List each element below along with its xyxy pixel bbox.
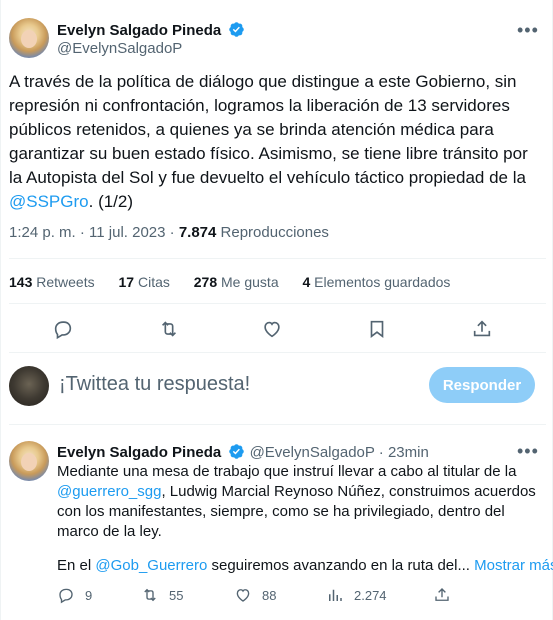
retweet-count: 55 [169, 587, 184, 603]
reply-icon[interactable] [52, 318, 74, 340]
retweets-stat[interactable]: 143 Retweets [9, 274, 95, 290]
like-icon [236, 589, 250, 602]
user-avatar [9, 366, 49, 406]
more-options-icon[interactable]: ••• [517, 441, 539, 462]
tweet-meta: 1:24 p. m. · 11 jul. 2023 · 7.874 Reprod… [9, 224, 329, 241]
reply-count: 9 [85, 587, 93, 603]
reply-action[interactable]: 9 [57, 586, 92, 604]
more-options-icon[interactable]: ••• [517, 20, 539, 41]
divider [9, 258, 546, 259]
mention-link[interactable]: @SSPGro [9, 192, 89, 211]
tweet-text-body: A través de la política de diálogo que d… [9, 72, 528, 187]
tweet-text-body: En el [57, 557, 96, 574]
author-avatar[interactable] [9, 18, 49, 58]
like-icon[interactable] [261, 318, 283, 340]
divider [9, 352, 546, 353]
share-icon[interactable] [471, 318, 493, 340]
views-action[interactable]: 2.274 [326, 586, 387, 604]
author-handle[interactable]: @EvelynSalgadoP [57, 40, 182, 57]
tweet-text-suffix: . (1/2) [88, 192, 134, 211]
tweet-text: Mediante una mesa de trabajo que instruí… [57, 462, 537, 542]
share-icon [435, 588, 449, 601]
divider [9, 424, 546, 425]
engagement-stats: 143 Retweets 17 Citas 278 Me gusta 4 Ele… [9, 274, 470, 290]
tweet-timestamp[interactable]: 1:24 p. m. · 11 jul. 2023 · [9, 224, 179, 241]
like-action[interactable]: 88 [234, 586, 276, 604]
like-count: 88 [262, 587, 277, 603]
analytics-icon [329, 589, 342, 601]
tweet-detail-panel: Evelyn Salgado Pineda @EvelynSalgadoP ••… [0, 0, 553, 620]
views-label: Reproducciones [216, 224, 329, 241]
tweet-text-continued: En el @Gob_Guerrero seguiremos avanzando… [57, 556, 553, 576]
tweet-text: A través de la política de diálogo que d… [9, 70, 545, 214]
mention-link[interactable]: @Gob_Guerrero [95, 557, 207, 574]
quotes-stat[interactable]: 17 Citas [119, 274, 170, 290]
author-name-row[interactable]: Evelyn Salgado Pineda [57, 21, 245, 39]
bookmarks-stat[interactable]: 4 Elementos guardados [303, 274, 451, 290]
tweet-text-body: Mediante una mesa de trabajo que instruí… [57, 463, 517, 480]
reply-button[interactable]: Responder [429, 367, 535, 403]
retweet-action[interactable]: 55 [141, 586, 183, 604]
mention-link[interactable]: @guerrero_sgg [57, 483, 161, 500]
tweet-actions: 9 55 88 2.274 [1, 586, 553, 606]
views-count: 7.874 [178, 224, 217, 241]
reply-input[interactable]: ¡Twittea tu respuesta! [59, 373, 250, 396]
author-name[interactable]: Evelyn Salgado Pineda [57, 444, 221, 461]
retweet-icon [144, 588, 156, 602]
author-avatar[interactable] [9, 441, 49, 481]
likes-stat[interactable]: 278 Me gusta [194, 274, 279, 290]
views-count: 2.274 [354, 587, 387, 603]
bookmark-icon[interactable] [366, 318, 388, 340]
author-handle[interactable]: @EvelynSalgadoP [250, 444, 375, 461]
share-action[interactable] [433, 586, 461, 604]
separator: · [374, 444, 388, 461]
show-more-link[interactable]: Mostrar más [474, 557, 553, 574]
divider [9, 303, 546, 304]
author-name[interactable]: Evelyn Salgado Pineda [57, 22, 221, 39]
tweet-text-body: seguiremos avanzando en la ruta del... [207, 557, 475, 574]
verified-badge-icon [229, 444, 245, 459]
reply-icon [59, 588, 73, 604]
tweet-timestamp[interactable]: 23min [388, 444, 429, 461]
tweet-header: Evelyn Salgado Pineda @EvelynSalgadoP · … [57, 443, 429, 461]
verified-badge-icon [229, 22, 245, 37]
retweet-icon[interactable] [158, 318, 180, 340]
